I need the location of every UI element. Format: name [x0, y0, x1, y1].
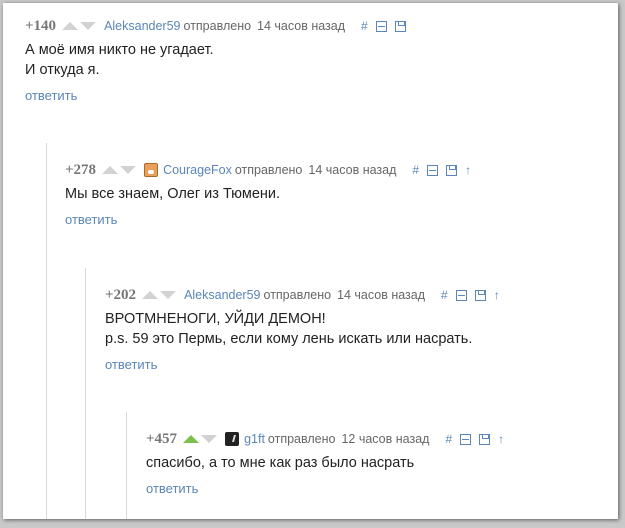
comment-text-line: А моё имя никто не угадает.: [25, 42, 214, 58]
parent-arrow-icon[interactable]: ↑: [498, 432, 504, 446]
downvote-arrow-icon[interactable]: [80, 22, 97, 30]
upvote-arrow-icon[interactable]: [102, 166, 119, 174]
comment-tools: # ↑: [441, 288, 508, 302]
comment-text-line: Мы все знаем, Олег из Тюмени.: [65, 186, 281, 202]
reply-link[interactable]: ответить: [146, 481, 198, 496]
fox-avatar-icon: [144, 163, 159, 177]
comment-score: +140: [25, 17, 57, 34]
comment: +278 CourageFox отправлено 14 часов наза…: [65, 161, 479, 229]
sent-label: отправлено: [267, 432, 336, 446]
downvote-arrow-icon[interactable]: [160, 291, 177, 299]
comment-body: А моё имя никто не угадает. И откуда я.: [25, 40, 414, 80]
reply-link[interactable]: ответить: [105, 357, 157, 372]
comment-text-line: p.s. 59 это Пермь, если кому лень искать…: [105, 331, 473, 347]
comment-text-line: И откуда я.: [25, 62, 100, 78]
comment-body: Мы все знаем, Олег из Тюмени.: [65, 184, 479, 204]
sent-label: отправлено: [183, 19, 252, 33]
collapse-icon[interactable]: [460, 433, 472, 445]
upvote-arrow-icon[interactable]: [62, 22, 79, 30]
comment: +140 Aleksander59 отправлено 14 часов на…: [25, 17, 414, 105]
reply-link[interactable]: ответить: [25, 88, 77, 103]
user-avatar-icon: [225, 432, 240, 446]
sent-label: отправлено: [234, 163, 303, 177]
collapse-icon[interactable]: [375, 20, 387, 32]
comment-thread: +140 Aleksander59 отправлено 14 часов на…: [3, 3, 618, 519]
permalink-hash-icon[interactable]: #: [412, 163, 419, 177]
upvote-arrow-icon[interactable]: [183, 435, 200, 443]
comment-author[interactable]: Aleksander59: [104, 19, 180, 33]
reply-link[interactable]: ответить: [65, 212, 117, 227]
comment-author[interactable]: Aleksander59: [184, 288, 260, 302]
comment-header: +140 Aleksander59 отправлено 14 часов на…: [25, 17, 414, 35]
collapse-icon[interactable]: [427, 164, 439, 176]
comment: +202 Aleksander59 отправлено 14 часов на…: [105, 286, 508, 374]
parent-arrow-icon[interactable]: ↑: [494, 288, 500, 302]
permalink-hash-icon[interactable]: #: [445, 432, 452, 446]
save-icon[interactable]: [474, 289, 486, 301]
comment-author[interactable]: g1ft: [244, 432, 265, 446]
collapse-icon[interactable]: [455, 289, 467, 301]
save-icon[interactable]: [479, 433, 491, 445]
comment-header: +457 g1ft отправлено 12 часов назад # ↑: [146, 430, 512, 448]
comment-header: +202 Aleksander59 отправлено 14 часов на…: [105, 286, 508, 304]
comment-text-line: спасибо, а то мне как раз было насрать: [146, 455, 415, 471]
thread-indent-line: [126, 412, 127, 519]
downvote-arrow-icon[interactable]: [120, 166, 137, 174]
parent-arrow-icon[interactable]: ↑: [465, 163, 471, 177]
thread-indent-line: [46, 143, 47, 519]
upvote-arrow-icon[interactable]: [142, 291, 159, 299]
save-icon[interactable]: [394, 20, 406, 32]
comment-time[interactable]: 12 часов назад: [341, 432, 429, 446]
comment: +457 g1ft отправлено 12 часов назад # ↑ …: [146, 430, 512, 498]
sent-label: отправлено: [263, 288, 332, 302]
comment-time[interactable]: 14 часов назад: [257, 19, 345, 33]
comment-time[interactable]: 14 часов назад: [337, 288, 425, 302]
comment-header: +278 CourageFox отправлено 14 часов наза…: [65, 161, 479, 179]
comment-body: ВРОТМНЕНОГИ, УЙДИ ДЕМОН! p.s. 59 это Пер…: [105, 309, 508, 349]
comment-author[interactable]: CourageFox: [163, 163, 232, 177]
downvote-arrow-icon[interactable]: [201, 435, 218, 443]
comment-text-line: ВРОТМНЕНОГИ, УЙДИ ДЕМОН!: [105, 311, 326, 327]
comment-score: +202: [105, 286, 137, 303]
permalink-hash-icon[interactable]: #: [441, 288, 448, 302]
comment-score: +457: [146, 430, 178, 447]
comment-body: спасибо, а то мне как раз было насрать: [146, 453, 512, 473]
comment-score: +278: [65, 161, 97, 178]
comment-time[interactable]: 14 часов назад: [308, 163, 396, 177]
comment-tools: #: [361, 19, 414, 33]
save-icon[interactable]: [446, 164, 458, 176]
thread-indent-line: [85, 268, 86, 519]
comment-tools: # ↑: [412, 163, 479, 177]
comment-tools: # ↑: [445, 432, 512, 446]
permalink-hash-icon[interactable]: #: [361, 19, 368, 33]
